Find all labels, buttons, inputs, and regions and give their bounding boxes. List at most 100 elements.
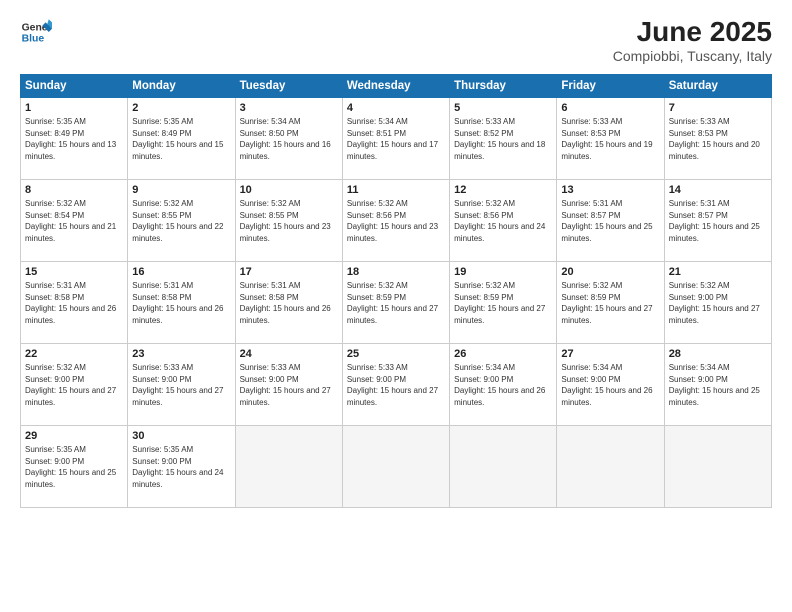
day-info: Sunrise: 5:32 AMSunset: 8:59 PMDaylight:… [454,280,552,326]
logo: General Blue [20,16,52,48]
calendar-day-cell: 27 Sunrise: 5:34 AMSunset: 9:00 PMDayligh… [557,344,664,426]
day-number: 6 [561,102,659,114]
svg-text:Blue: Blue [22,34,45,45]
day-number: 27 [561,348,659,360]
col-tuesday: Tuesday [235,75,342,98]
day-info: Sunrise: 5:31 AMSunset: 8:58 PMDaylight:… [132,280,230,326]
day-info: Sunrise: 5:31 AMSunset: 8:58 PMDaylight:… [240,280,338,326]
calendar-day-cell: 23 Sunrise: 5:33 AMSunset: 9:00 PMDayligh… [128,344,235,426]
calendar-day-cell: 12 Sunrise: 5:32 AMSunset: 8:56 PMDayligh… [450,180,557,262]
calendar-week-row: 15 Sunrise: 5:31 AMSunset: 8:58 PMDayligh… [21,262,772,344]
calendar-day-cell: 22 Sunrise: 5:32 AMSunset: 9:00 PMDayligh… [21,344,128,426]
location-subtitle: Compiobbi, Tuscany, Italy [613,48,772,64]
day-info: Sunrise: 5:32 AMSunset: 8:55 PMDaylight:… [132,198,230,244]
day-info: Sunrise: 5:35 AMSunset: 9:00 PMDaylight:… [25,444,123,490]
day-info: Sunrise: 5:31 AMSunset: 8:57 PMDaylight:… [669,198,767,244]
logo-icon: General Blue [20,16,52,48]
day-number: 20 [561,266,659,278]
day-number: 13 [561,184,659,196]
day-number: 14 [669,184,767,196]
col-thursday: Thursday [450,75,557,98]
day-number: 4 [347,102,445,114]
calendar-day-cell: 26Sunrise: 5:34 AMSunset: 9:00 PMDayligh… [450,344,557,426]
day-info: Sunrise: 5:32 AMSunset: 8:59 PMDaylight:… [347,280,445,326]
day-info: Sunrise: 5:34 AMSunset: 9:00 PMDaylight:… [454,362,552,408]
calendar-week-row: 1Sunrise: 5:35 AMSunset: 8:49 PMDaylight… [21,98,772,180]
calendar-header-row: Sunday Monday Tuesday Wednesday Thursday… [21,75,772,98]
calendar-day-cell: 9 Sunrise: 5:32 AMSunset: 8:55 PMDaylight… [128,180,235,262]
calendar-day-cell: 5Sunrise: 5:33 AMSunset: 8:52 PMDaylight… [450,98,557,180]
day-number: 21 [669,266,767,278]
calendar-day-cell: 21 Sunrise: 5:32 AMSunset: 9:00 PMDayligh… [664,262,771,344]
day-info: Sunrise: 5:31 AMSunset: 8:57 PMDaylight:… [561,198,659,244]
day-info: Sunrise: 5:32 AMSunset: 9:00 PMDaylight:… [669,280,767,326]
calendar-day-cell: 29 Sunrise: 5:35 AMSunset: 9:00 PMDayligh… [21,426,128,508]
day-number: 7 [669,102,767,114]
day-info: Sunrise: 5:32 AMSunset: 8:56 PMDaylight:… [347,198,445,244]
calendar-day-cell: 1Sunrise: 5:35 AMSunset: 8:49 PMDaylight… [21,98,128,180]
day-number: 23 [132,348,230,360]
calendar-day-cell: 10 Sunrise: 5:32 AMSunset: 8:55 PMDayligh… [235,180,342,262]
day-number: 19 [454,266,552,278]
day-info: Sunrise: 5:34 AMSunset: 8:50 PMDaylight:… [240,116,338,162]
col-monday: Monday [128,75,235,98]
calendar-day-cell: 25 Sunrise: 5:33 AMSunset: 9:00 PMDayligh… [342,344,449,426]
col-sunday: Sunday [21,75,128,98]
calendar-day-cell: 11Sunrise: 5:32 AMSunset: 8:56 PMDayligh… [342,180,449,262]
month-year-title: June 2025 [613,16,772,48]
day-info: Sunrise: 5:35 AMSunset: 9:00 PMDaylight:… [132,444,230,490]
day-number: 15 [25,266,123,278]
day-number: 8 [25,184,123,196]
day-info: Sunrise: 5:33 AMSunset: 9:00 PMDaylight:… [347,362,445,408]
calendar-body: 1Sunrise: 5:35 AMSunset: 8:49 PMDaylight… [21,98,772,508]
calendar-day-cell: 24 Sunrise: 5:33 AMSunset: 9:00 PMDayligh… [235,344,342,426]
header: General Blue June 2025 Compiobbi, Tuscan… [20,16,772,64]
calendar-day-cell: 3Sunrise: 5:34 AMSunset: 8:50 PMDaylight… [235,98,342,180]
day-number: 30 [132,430,230,442]
day-info: Sunrise: 5:32 AMSunset: 8:54 PMDaylight:… [25,198,123,244]
day-number: 22 [25,348,123,360]
day-number: 9 [132,184,230,196]
calendar-day-cell: 18 Sunrise: 5:32 AMSunset: 8:59 PMDayligh… [342,262,449,344]
calendar-day-cell: 2 Sunrise: 5:35 AMSunset: 8:49 PMDaylight… [128,98,235,180]
day-number: 18 [347,266,445,278]
day-info: Sunrise: 5:34 AMSunset: 9:00 PMDaylight:… [561,362,659,408]
day-number: 2 [132,102,230,114]
calendar-day-cell [557,426,664,508]
day-info: Sunrise: 5:33 AMSunset: 8:53 PMDaylight:… [669,116,767,162]
day-number: 12 [454,184,552,196]
calendar-day-cell [235,426,342,508]
day-info: Sunrise: 5:33 AMSunset: 9:00 PMDaylight:… [132,362,230,408]
calendar-day-cell: 7 Sunrise: 5:33 AMSunset: 8:53 PMDaylight… [664,98,771,180]
day-info: Sunrise: 5:31 AMSunset: 8:58 PMDaylight:… [25,280,123,326]
day-number: 25 [347,348,445,360]
col-saturday: Saturday [664,75,771,98]
calendar-day-cell: 8 Sunrise: 5:32 AMSunset: 8:54 PMDaylight… [21,180,128,262]
day-info: Sunrise: 5:33 AMSunset: 8:53 PMDaylight:… [561,116,659,162]
day-number: 24 [240,348,338,360]
day-info: Sunrise: 5:32 AMSunset: 8:59 PMDaylight:… [561,280,659,326]
calendar-day-cell: 30 Sunrise: 5:35 AMSunset: 9:00 PMDayligh… [128,426,235,508]
day-info: Sunrise: 5:32 AMSunset: 8:56 PMDaylight:… [454,198,552,244]
title-block: June 2025 Compiobbi, Tuscany, Italy [613,16,772,64]
day-number: 17 [240,266,338,278]
calendar-day-cell: 20 Sunrise: 5:32 AMSunset: 8:59 PMDayligh… [557,262,664,344]
calendar-week-row: 8 Sunrise: 5:32 AMSunset: 8:54 PMDaylight… [21,180,772,262]
day-info: Sunrise: 5:33 AMSunset: 9:00 PMDaylight:… [240,362,338,408]
day-number: 16 [132,266,230,278]
day-info: Sunrise: 5:35 AMSunset: 8:49 PMDaylight:… [132,116,230,162]
calendar-day-cell: 13 Sunrise: 5:31 AMSunset: 8:57 PMDayligh… [557,180,664,262]
calendar-day-cell: 14 Sunrise: 5:31 AMSunset: 8:57 PMDayligh… [664,180,771,262]
calendar-day-cell: 19 Sunrise: 5:32 AMSunset: 8:59 PMDayligh… [450,262,557,344]
calendar-day-cell: 4 Sunrise: 5:34 AMSunset: 8:51 PMDaylight… [342,98,449,180]
day-number: 29 [25,430,123,442]
day-info: Sunrise: 5:34 AMSunset: 9:00 PMDaylight:… [669,362,767,408]
day-info: Sunrise: 5:32 AMSunset: 9:00 PMDaylight:… [25,362,123,408]
col-wednesday: Wednesday [342,75,449,98]
calendar-day-cell: 6 Sunrise: 5:33 AMSunset: 8:53 PMDaylight… [557,98,664,180]
day-info: Sunrise: 5:34 AMSunset: 8:51 PMDaylight:… [347,116,445,162]
day-info: Sunrise: 5:32 AMSunset: 8:55 PMDaylight:… [240,198,338,244]
day-number: 5 [454,102,552,114]
calendar-day-cell [342,426,449,508]
day-number: 10 [240,184,338,196]
